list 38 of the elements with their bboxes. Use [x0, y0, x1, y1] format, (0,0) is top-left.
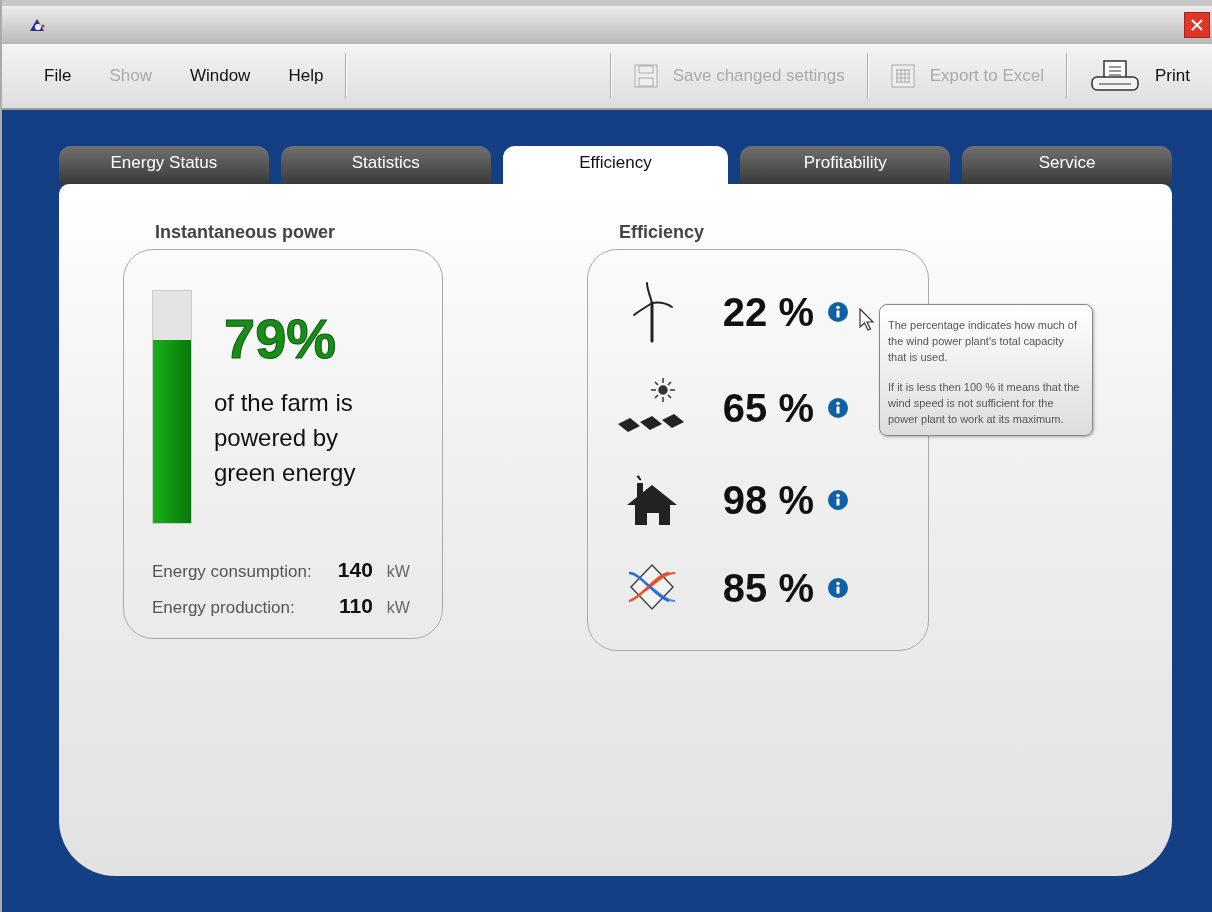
tab[interactable]: Profitability — [740, 146, 951, 184]
reading-label: Energy consumption: — [152, 562, 313, 582]
section-title: Instantaneous power — [155, 222, 337, 243]
reading-value: 140 — [336, 558, 373, 582]
close-button[interactable] — [1184, 12, 1210, 38]
reading-value: 110 — [337, 594, 373, 618]
reading-unit: kW — [386, 599, 411, 617]
house-icon — [625, 473, 679, 527]
grid-icon — [889, 63, 916, 89]
caption: of the farm is powered by green energy — [214, 388, 357, 488]
efficiency-value: 22 % — [721, 289, 815, 335]
percent-value: 79% — [224, 306, 338, 371]
section-title: Efficiency — [619, 222, 706, 243]
tooltip-text: The percentage indicates how much of the wind power plant's total capacity that is used. — [888, 318, 1078, 365]
tab[interactable]: Efficiency — [502, 146, 729, 184]
logo-icon — [28, 18, 46, 32]
menu-item[interactable]: Help — [288, 66, 324, 86]
info-icon[interactable] — [828, 302, 848, 322]
efficiency-value: 85 % — [721, 565, 815, 611]
tooltip-text: If it is less then 100 % it means that the wind speed is not sufficient for the power plant to work at its maximum. — [888, 380, 1081, 427]
info-icon[interactable] — [828, 398, 848, 418]
close-icon — [1190, 18, 1204, 32]
toolbar-button[interactable]: Print — [1067, 59, 1212, 93]
efficiency-value: 65 % — [721, 385, 815, 431]
tab[interactable]: Energy Status — [59, 146, 269, 184]
reading-label: Energy production: — [152, 598, 296, 618]
cursor-icon — [859, 308, 875, 332]
info-icon[interactable] — [828, 578, 848, 598]
tab[interactable]: Service — [962, 146, 1172, 184]
reading-unit: kW — [386, 563, 411, 581]
tab[interactable]: Statistics — [280, 146, 491, 184]
floppy-icon — [632, 63, 659, 89]
printer-icon — [1089, 59, 1142, 93]
menu-item[interactable]: Window — [189, 66, 251, 86]
info-icon[interactable] — [828, 490, 848, 510]
wind-turbine-icon — [630, 281, 674, 343]
efficiency-value: 98 % — [721, 477, 815, 523]
menu-item[interactable]: File — [44, 66, 72, 86]
